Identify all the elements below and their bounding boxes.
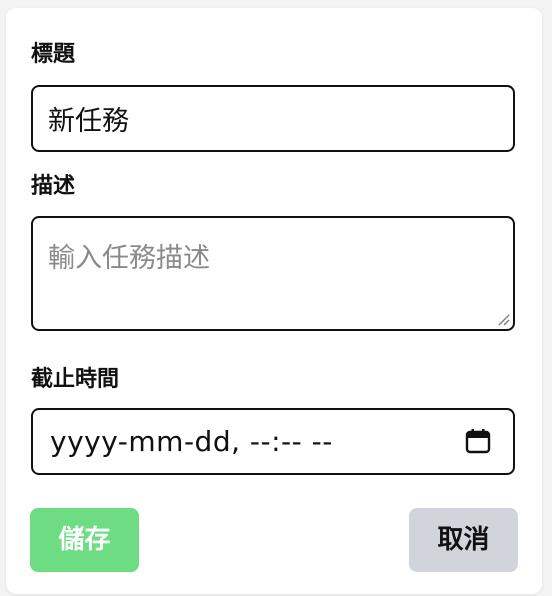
calendar-icon[interactable]: [465, 428, 491, 454]
resize-handle-icon[interactable]: [497, 313, 510, 326]
cancel-button[interactable]: 取消: [409, 508, 518, 572]
description-textarea[interactable]: [33, 218, 513, 329]
deadline-input[interactable]: yyyy-mm-dd, --:-- --: [31, 408, 515, 475]
title-field-wrapper: [31, 85, 515, 152]
description-label: 描述: [31, 174, 76, 199]
deadline-label: 截止時間: [31, 367, 120, 392]
save-button[interactable]: 儲存: [30, 508, 139, 572]
deadline-value: yyyy-mm-dd, --:-- --: [50, 425, 333, 458]
title-input[interactable]: [33, 87, 513, 150]
title-label: 標題: [31, 42, 76, 67]
task-form-card: 標題 描述 截止時間 yyyy-mm-dd, --:-- -- 儲存 取消: [6, 8, 542, 594]
description-field-wrapper: [31, 216, 515, 331]
